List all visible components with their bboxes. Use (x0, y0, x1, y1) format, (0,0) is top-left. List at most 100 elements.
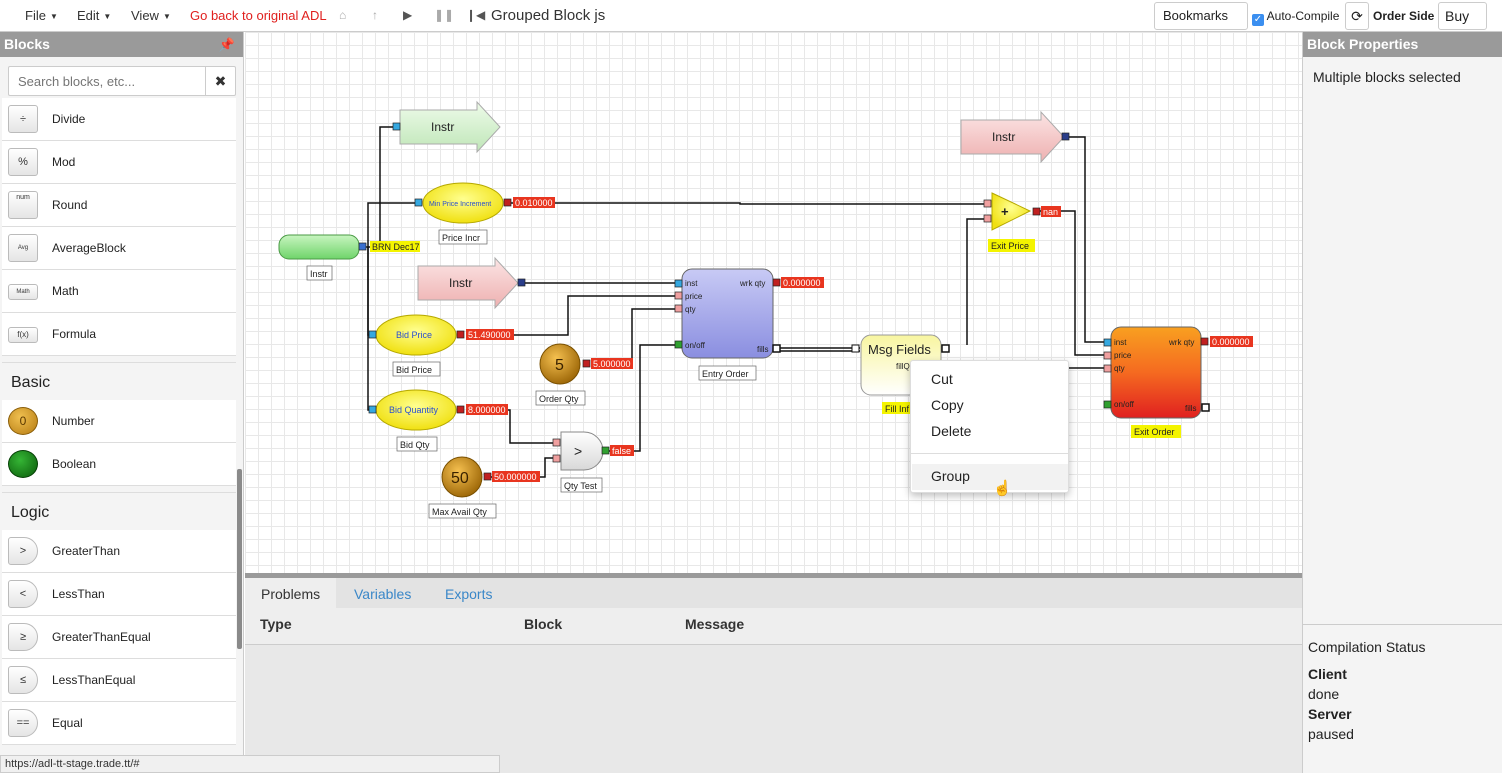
input-port[interactable] (674, 291, 683, 300)
block-item-label: AverageBlock (52, 241, 126, 255)
compilation-status-title: Compilation Status (1308, 639, 1426, 655)
output-port[interactable] (517, 278, 526, 287)
blocks-scrollbar[interactable] (237, 469, 242, 649)
greater-equal-icon: ≥ (8, 623, 38, 651)
exit-price-block[interactable] (991, 192, 1032, 231)
output-port[interactable] (1200, 337, 1209, 346)
order-side-select[interactable]: Buy ⬍ (1438, 2, 1487, 50)
refresh-icon: ⟳ (1351, 8, 1363, 24)
block-item-lessthanequal[interactable]: ≤ LessThanEqual (2, 659, 236, 702)
output-port[interactable] (1201, 403, 1210, 412)
block-properties-header: Block Properties (1303, 32, 1502, 57)
block-item-equal[interactable]: == Equal (2, 702, 236, 745)
wire (1040, 210, 1107, 356)
instr-source-caption: Instr (310, 269, 328, 279)
block-item-number[interactable]: 0 Number (2, 400, 236, 443)
play-icon[interactable]: ▶ (403, 8, 412, 22)
refresh-button[interactable]: ⟳ (1345, 2, 1369, 30)
block-item-boolean[interactable]: Boolean (2, 443, 236, 486)
block-item-greaterthanequal[interactable]: ≥ GreaterThanEqual (2, 616, 236, 659)
output-port[interactable] (456, 330, 465, 339)
input-port[interactable] (851, 344, 860, 353)
instr-top-label: Instr (431, 120, 454, 134)
block-item-averageblock[interactable]: Avg AverageBlock (2, 227, 236, 270)
block-item-label: Formula (52, 327, 97, 341)
msg-fields-caption: Fill Inf (885, 404, 910, 414)
block-item-greaterthan[interactable]: > GreaterThan (2, 530, 236, 573)
output-port[interactable] (601, 446, 610, 455)
output-port[interactable] (941, 344, 950, 353)
output-port[interactable] (503, 198, 512, 207)
output-port[interactable] (358, 242, 367, 251)
input-port[interactable] (983, 199, 992, 208)
reset-icon[interactable]: ❙◀ (466, 8, 485, 22)
context-menu-cut[interactable]: Cut (931, 371, 953, 387)
pin-icon[interactable]: 📌 (219, 32, 235, 57)
context-menu-copy[interactable]: Copy (931, 397, 964, 413)
output-port[interactable] (582, 359, 591, 368)
block-item-label: LessThanEqual (52, 673, 136, 687)
block-canvas[interactable]: BRN Dec17 Instr Instr Min Price Incremen… (245, 32, 1302, 573)
block-item-divide[interactable]: ÷ Divide (2, 98, 236, 141)
block-diagram[interactable]: BRN Dec17 Instr Instr Min Price Incremen… (245, 32, 1302, 573)
block-item-math[interactable]: Math Math (2, 270, 236, 313)
wire (367, 247, 372, 411)
clear-search-icon[interactable]: ✖ (205, 67, 235, 95)
wire (514, 295, 678, 336)
input-port[interactable] (552, 454, 561, 463)
block-item-formula[interactable]: f(x) Formula (2, 313, 236, 356)
input-port[interactable] (414, 198, 423, 207)
output-port[interactable] (772, 278, 781, 287)
menu-file[interactable]: File ▼ (25, 8, 58, 23)
menu-view[interactable]: View ▼ (131, 8, 171, 23)
block-item-mod[interactable]: % Mod (2, 141, 236, 184)
exit-price-value: nan (1043, 207, 1058, 217)
input-port[interactable] (1103, 364, 1112, 373)
block-item-round[interactable]: num Round (2, 184, 236, 227)
bid-quantity-value: 8.000000 (468, 405, 506, 415)
input-port[interactable] (983, 214, 992, 223)
auto-compile-toggle[interactable]: ✓ Auto-Compile (1252, 9, 1339, 26)
back-to-original-link[interactable]: Go back to original ADL (190, 8, 327, 23)
output-port[interactable] (1061, 132, 1070, 141)
block-item-label: GreaterThanEqual (52, 630, 151, 644)
output-port[interactable] (1032, 207, 1041, 216)
home-icon[interactable]: ⌂ (339, 8, 346, 22)
block-item-lessthan[interactable]: < LessThan (2, 573, 236, 616)
column-block[interactable]: Block (524, 616, 562, 632)
input-port[interactable] (368, 405, 377, 414)
input-port[interactable] (674, 340, 683, 349)
input-port[interactable] (1103, 338, 1112, 347)
search-input[interactable] (9, 67, 205, 95)
bookmarks-button[interactable]: Bookmarks ▼ (1154, 2, 1248, 48)
tab-variables[interactable]: Variables (354, 586, 411, 602)
pause-icon[interactable]: ❚❚ (434, 8, 454, 22)
input-port[interactable] (392, 122, 401, 131)
bid-price-value: 51.490000 (468, 330, 511, 340)
output-port[interactable] (772, 344, 781, 353)
output-port[interactable] (483, 472, 492, 481)
context-menu-group[interactable]: Group (931, 468, 970, 484)
math-icon: Math (8, 284, 38, 300)
blocks-panel-header: Blocks 📌 (0, 32, 243, 57)
input-port[interactable] (674, 279, 683, 288)
column-message[interactable]: Message (685, 616, 744, 632)
number-icon: 0 (8, 407, 38, 435)
step-up-icon[interactable]: ↑ (372, 8, 378, 22)
instr-source-block[interactable] (278, 234, 360, 260)
output-port[interactable] (456, 405, 465, 414)
input-port[interactable] (674, 304, 683, 313)
chevron-down-icon: ▼ (162, 12, 171, 22)
column-type[interactable]: Type (260, 616, 292, 632)
port-label: inst (685, 279, 698, 288)
input-port[interactable] (1103, 400, 1112, 409)
input-port[interactable] (1103, 351, 1112, 360)
tab-exports[interactable]: Exports (445, 586, 492, 602)
context-menu-delete[interactable]: Delete (931, 423, 971, 439)
order-side-value: Buy (1445, 8, 1470, 24)
checkbox-checked-icon[interactable]: ✓ (1252, 14, 1264, 26)
menu-edit[interactable]: Edit ▼ (77, 8, 111, 23)
input-port[interactable] (552, 438, 561, 447)
input-port[interactable] (368, 330, 377, 339)
tab-problems[interactable]: Problems (245, 578, 337, 608)
